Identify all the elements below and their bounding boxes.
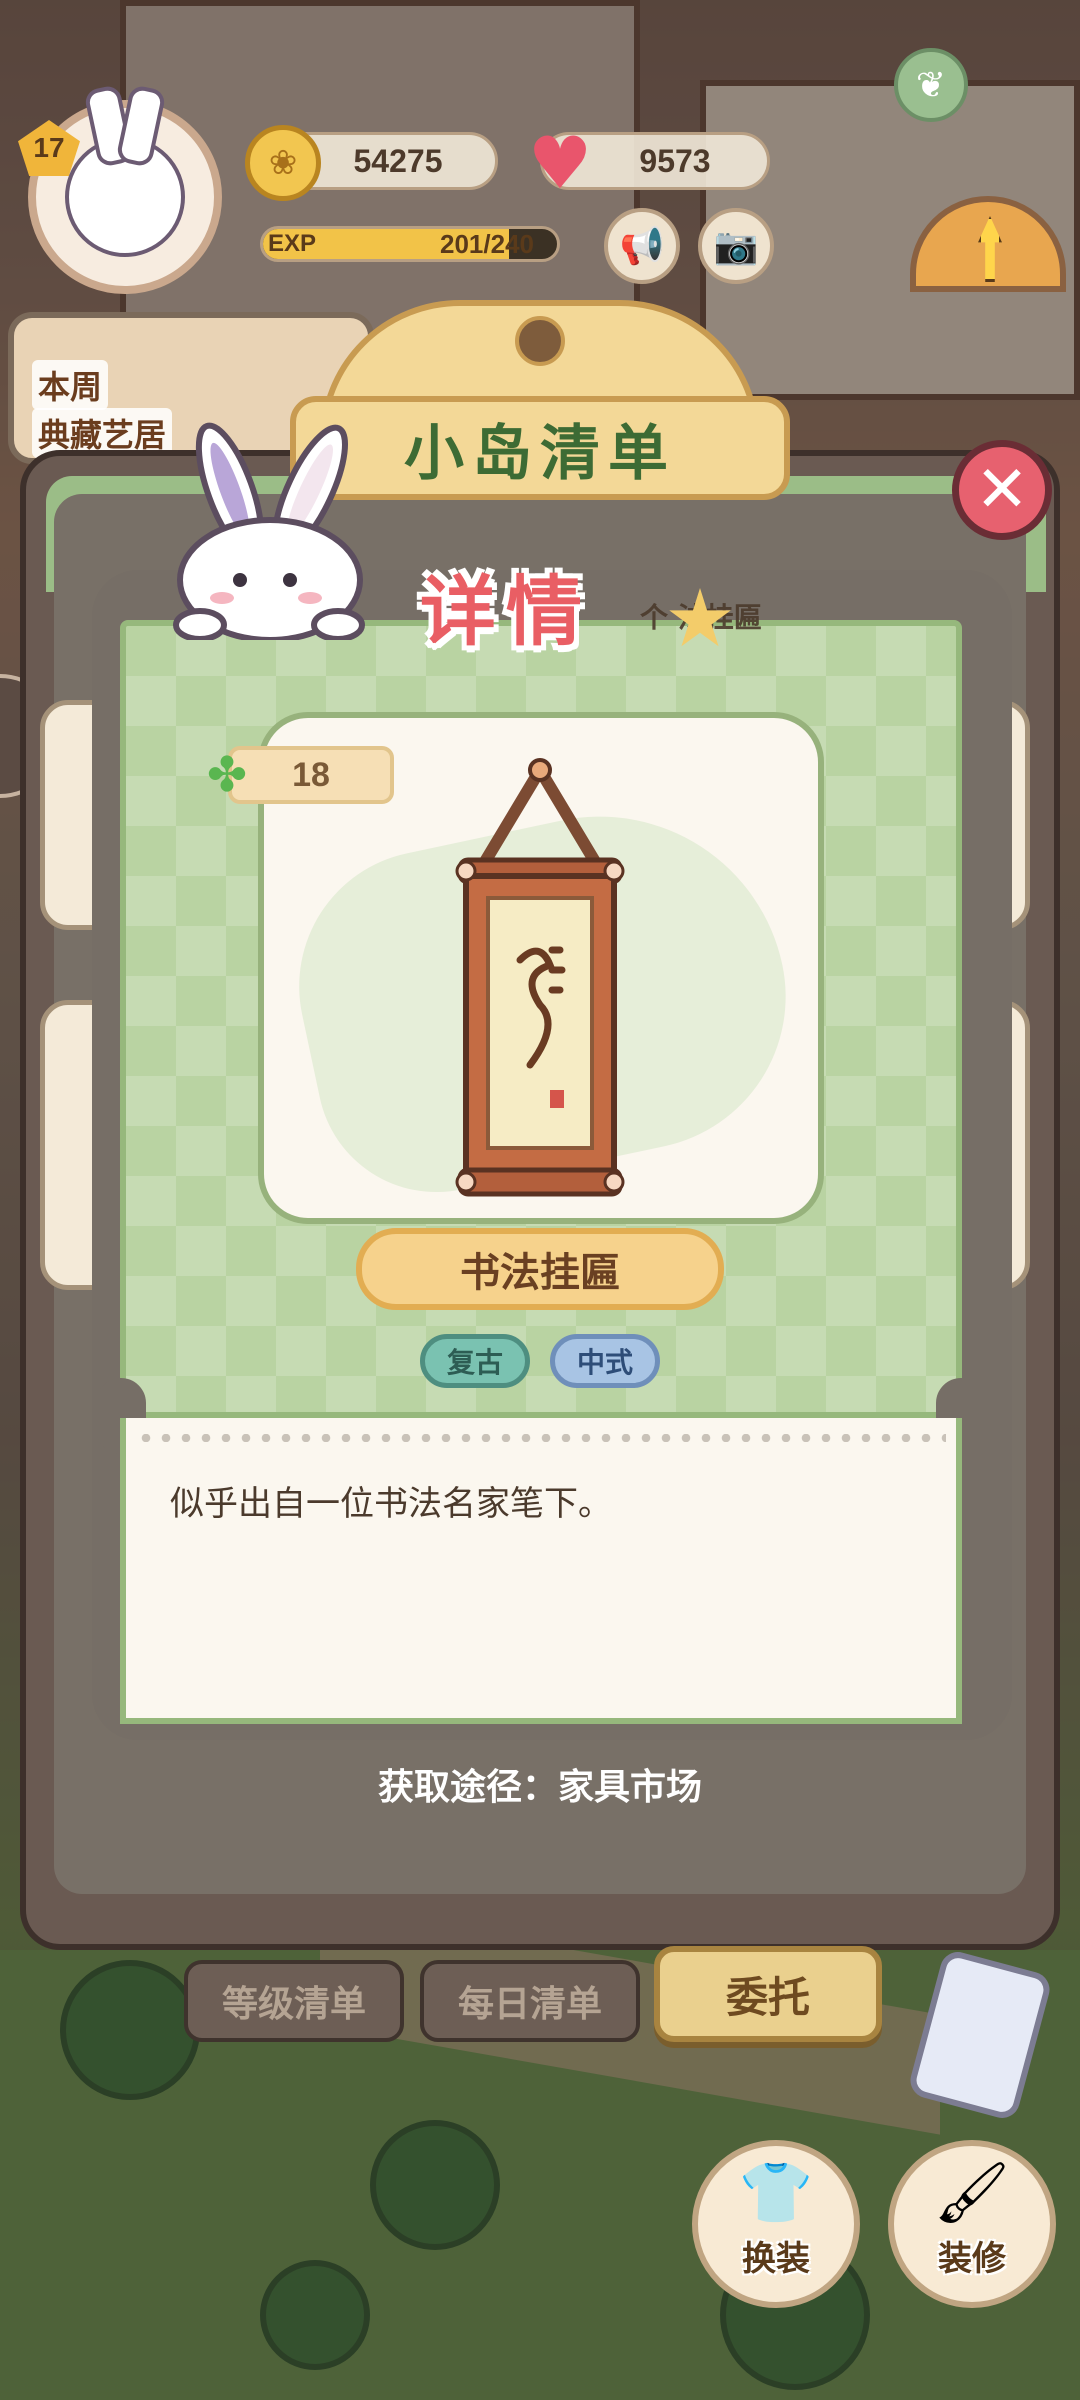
decorate-label: 装修	[938, 2239, 1006, 2279]
leaf-icon: ❦	[915, 64, 947, 106]
paint-roller-icon: 🖌	[933, 2158, 1011, 2228]
leaf-button[interactable]: ❦	[894, 48, 968, 122]
clover-icon: ✤	[206, 747, 248, 803]
weekly-event-line1: 本周	[32, 360, 109, 410]
camera-icon: 📷	[713, 226, 759, 267]
tab-daily-list[interactable]: 每日清单	[420, 1960, 640, 2042]
coin-icon: ❀	[245, 125, 321, 201]
item-source: 获取途径：家具市场	[377, 1767, 702, 1808]
style-tag-chinese: 中式	[550, 1334, 660, 1388]
outfit-label: 换装	[742, 2239, 810, 2279]
exp-label: EXP	[268, 230, 317, 257]
style-tag-retro: 复古	[420, 1334, 530, 1388]
panel-title: 小岛清单	[404, 418, 676, 489]
compass-icon	[978, 216, 1002, 282]
perforated-divider	[136, 1434, 946, 1442]
description-area	[120, 1418, 962, 1724]
speaker-icon: 📢	[619, 226, 665, 267]
banner-hanger	[515, 316, 565, 366]
outfit-icon: 👕	[738, 2158, 814, 2228]
bunny-avatar-icon	[65, 137, 185, 257]
tab-level-list[interactable]: 等级清单	[184, 1960, 404, 2042]
entrust-button[interactable]: 委托	[654, 1946, 882, 2042]
close-icon: ✕	[975, 453, 1029, 527]
outfit-button[interactable]: 👕 换装	[692, 2140, 860, 2308]
item-name: 书法挂匾	[460, 1250, 620, 1296]
camera-button[interactable]: 📷	[698, 208, 774, 284]
item-description: 似乎出自一位书法名家笔下。	[170, 1484, 612, 1524]
speaker-button[interactable]: 📢	[604, 208, 680, 284]
calligraphy-scroll-illustration	[455, 758, 625, 1197]
close-button[interactable]: ✕	[952, 440, 1052, 540]
detail-title: 详情	[420, 567, 592, 656]
clover-count: 18	[292, 755, 330, 794]
decorate-button[interactable]: 🖌 装修	[888, 2140, 1056, 2308]
item-name-plate: 书法挂匾	[356, 1228, 724, 1310]
exp-value: 201/240	[440, 229, 534, 259]
bunny-mascot-icon	[173, 422, 365, 640]
heart-icon: ♥	[527, 121, 593, 205]
